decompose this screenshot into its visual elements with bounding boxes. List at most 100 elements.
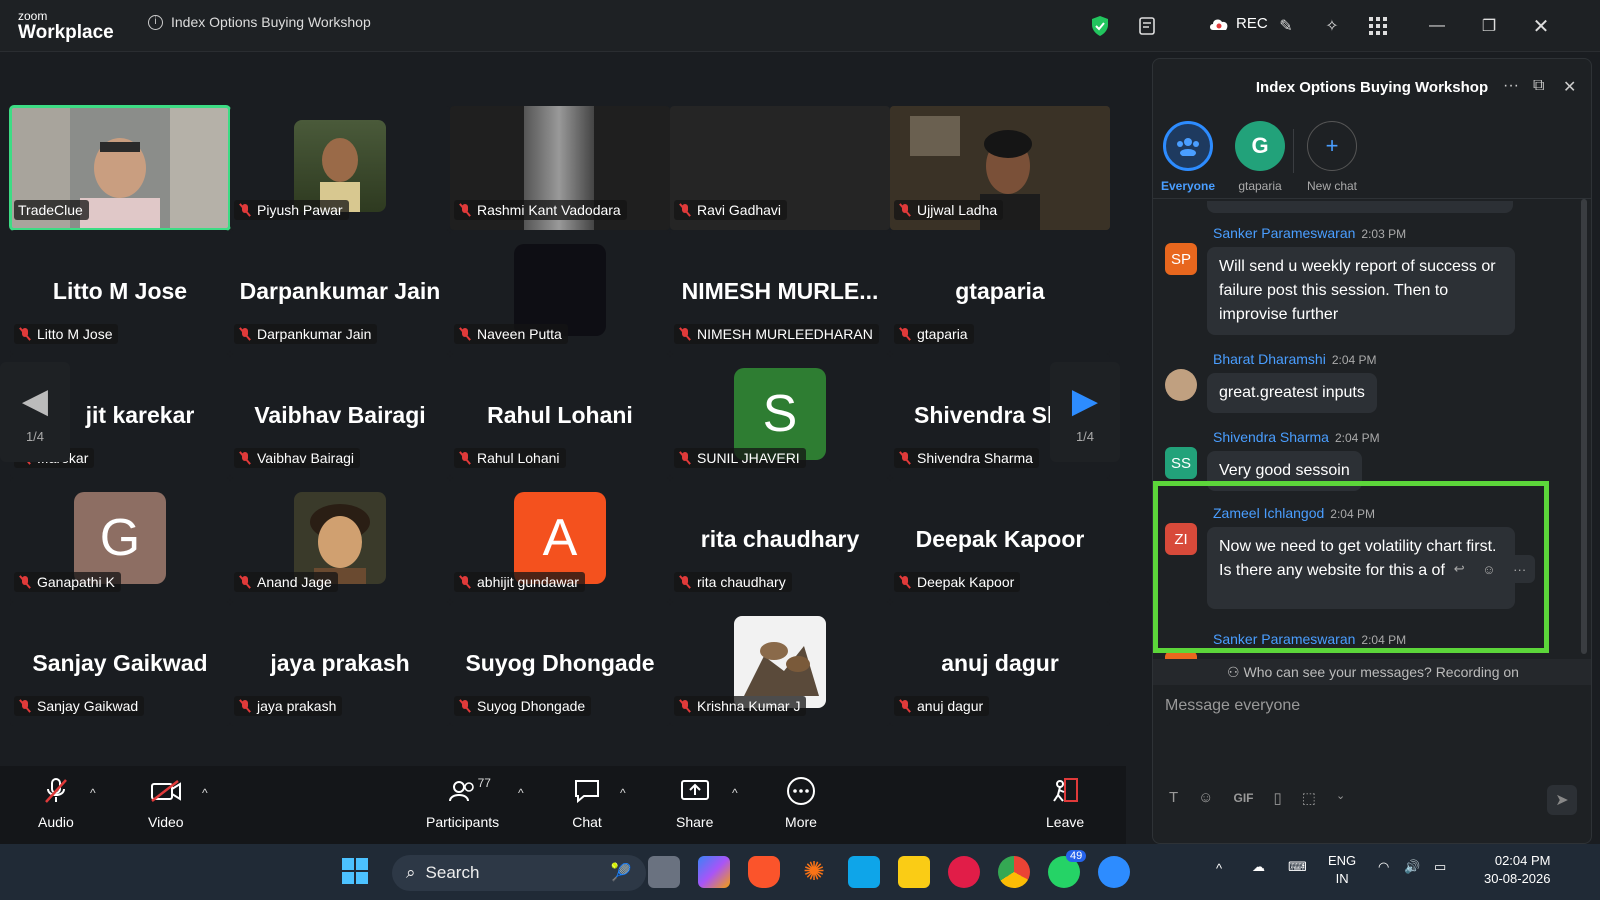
share-button[interactable]: Share — [676, 774, 713, 830]
participant-tile[interactable]: Vaibhav Bairagi Vaibhav Bairagi — [230, 354, 450, 478]
mic-muted-icon — [898, 575, 912, 589]
chat-options-caret[interactable]: ^ — [620, 786, 626, 800]
conversation-everyone[interactable]: Everyone — [1153, 121, 1223, 193]
participant-name-tag: Suyog Dhongade — [454, 696, 592, 716]
popout-icon[interactable]: ⧉ — [1533, 77, 1544, 95]
everyone-icon — [1163, 121, 1213, 171]
battery-icon[interactable]: ▭ — [1434, 858, 1446, 876]
new-chat-button[interactable]: + New chat — [1297, 121, 1367, 193]
participant-tile[interactable]: Suyog Dhongade Suyog Dhongade — [450, 602, 670, 726]
zoom-app-icon[interactable] — [1098, 856, 1130, 888]
emoji-icon[interactable]: ☺ — [1198, 789, 1213, 807]
message-input[interactable]: Message everyone — [1165, 697, 1300, 715]
task-view-icon[interactable] — [648, 856, 680, 888]
close-icon[interactable]: ✕ — [1529, 14, 1553, 38]
participant-tile[interactable]: Ujjwal Ladha — [890, 106, 1110, 230]
share-options-caret[interactable]: ^ — [732, 786, 738, 800]
desktop-icon[interactable] — [848, 856, 880, 888]
participant-tile[interactable]: Rahul Lohani Rahul Lohani — [450, 354, 670, 478]
file-explorer-icon[interactable] — [898, 856, 930, 888]
send-button[interactable]: ➤ — [1547, 785, 1577, 815]
participant-name-tag: Shivendra Sharma — [894, 448, 1039, 468]
participant-tile[interactable]: Anand Jage — [230, 478, 450, 602]
gif-button[interactable]: GIF — [1234, 791, 1254, 807]
participant-tile[interactable]: jaya prakash jaya prakash — [230, 602, 450, 726]
participant-name-tag: Deepak Kapoor — [894, 572, 1021, 592]
close-chat-icon[interactable]: ✕ — [1563, 77, 1576, 97]
leave-button[interactable]: Leave — [1046, 774, 1084, 830]
participant-name-tag: anuj dagur — [894, 696, 990, 716]
participants-button[interactable]: 77 Participants — [426, 774, 499, 830]
chrome-icon[interactable] — [998, 856, 1030, 888]
claude-icon[interactable]: ✺ — [798, 856, 830, 888]
volume-icon[interactable]: 🔊 — [1404, 858, 1420, 876]
apps-grid-icon[interactable] — [1366, 14, 1390, 38]
participant-tile[interactable]: S SUNIL JHAVERI — [670, 354, 890, 478]
audio-button[interactable]: Audio — [38, 774, 74, 830]
participant-tile[interactable]: TradeClue — [9, 105, 231, 231]
next-page-button[interactable]: ▶ 1/4 — [1050, 362, 1120, 462]
participant-tile[interactable]: anuj dagur anuj dagur — [890, 602, 1110, 726]
brave-icon[interactable] — [748, 856, 780, 888]
video-options-caret[interactable]: ^ — [202, 786, 208, 800]
participants-options-caret[interactable]: ^ — [518, 786, 524, 800]
chat-message[interactable]: SP Sanker Parameswaran 2:03 PM Will send … — [1165, 225, 1545, 335]
language-bar-icon[interactable]: ⌨ — [1288, 858, 1307, 876]
restore-icon[interactable]: ❐ — [1477, 14, 1501, 38]
onedrive-icon[interactable]: ☁ — [1252, 858, 1265, 876]
privacy-notice[interactable]: ⚇ Who can see your messages? Recording o… — [1153, 659, 1591, 685]
shield-icon[interactable] — [1088, 14, 1112, 38]
participant-tile[interactable]: Deepak Kapoor Deepak Kapoor — [890, 478, 1110, 602]
message-text: great.greatest inputs — [1207, 373, 1377, 413]
video-button[interactable]: Video — [148, 774, 184, 830]
system-clock[interactable]: 02:04 PM 30-08-2026 — [1484, 852, 1551, 888]
chat-scrollbar[interactable] — [1581, 199, 1587, 654]
participant-tile[interactable]: Piyush Pawar — [230, 106, 450, 230]
participant-tile[interactable]: A abhijit gundawar — [450, 478, 670, 602]
meeting-info[interactable]: i Index Options Buying Workshop — [148, 14, 371, 30]
wifi-icon[interactable]: ◠ — [1378, 858, 1389, 876]
copilot-icon[interactable] — [698, 856, 730, 888]
chevron-up-icon[interactable]: ^ — [1216, 860, 1222, 878]
participant-tile[interactable]: Krishna Kumar J — [670, 602, 890, 726]
participant-tile[interactable]: NIMESH MURLE... NIMESH MURLEEDHARAN — [670, 230, 890, 354]
participant-tile[interactable]: G Ganapathi K — [10, 478, 230, 602]
screenshot-icon[interactable]: ⬚ — [1302, 789, 1316, 807]
chat-icon — [570, 774, 604, 808]
participant-name-tag: NIMESH MURLEEDHARAN — [674, 324, 879, 344]
media-player-icon[interactable] — [948, 856, 980, 888]
participants-label: Participants — [426, 814, 500, 830]
participant-tile[interactable]: Ravi Gadhavi — [670, 106, 890, 230]
participant-tile[interactable]: Litto M Jose Litto M Jose — [10, 230, 230, 354]
audio-options-caret[interactable]: ^ — [90, 786, 96, 800]
participant-name-tag: TradeClue — [14, 200, 89, 220]
ai-companion-icon[interactable]: ✧ — [1320, 14, 1344, 38]
mic-muted-icon — [458, 451, 472, 465]
minimize-icon[interactable]: — — [1425, 14, 1449, 38]
windows-start-icon[interactable] — [340, 856, 372, 888]
chat-button[interactable]: Chat — [570, 774, 604, 830]
more-options-icon[interactable]: ··· — [1503, 77, 1519, 95]
participant-name-tag: Naveen Putta — [454, 324, 568, 344]
format-text-icon[interactable]: T — [1169, 789, 1178, 807]
plus-icon: + — [1307, 121, 1357, 171]
participant-tile[interactable]: Sanjay Gaikwad Sanjay Gaikwad — [10, 602, 230, 726]
participant-tile[interactable]: Darpankumar Jain Darpankumar Jain — [230, 230, 450, 354]
notes-icon[interactable] — [1135, 14, 1159, 38]
participant-tile[interactable]: Rashmi Kant Vadodara — [450, 106, 670, 230]
participant-tile[interactable]: rita chaudhary rita chaudhary — [670, 478, 890, 602]
prev-page-button[interactable]: ◀ 1/4 — [0, 362, 70, 462]
participant-tile[interactable]: Naveen Putta — [450, 230, 670, 354]
more-button[interactable]: More — [784, 774, 818, 830]
recording-indicator[interactable]: REC — [1208, 15, 1268, 32]
conversation-gtaparia[interactable]: G gtaparia — [1225, 121, 1295, 193]
whatsapp-icon[interactable]: 49 — [1048, 850, 1087, 888]
chevron-down-icon[interactable]: ⌄ — [1336, 789, 1345, 807]
info-icon[interactable]: i — [148, 14, 163, 30]
chat-message[interactable]: Bharat Dharamshi 2:04 PM great.greatest i… — [1165, 351, 1545, 415]
annotate-icon[interactable]: ✎ — [1274, 14, 1298, 38]
participant-tile[interactable]: gtaparia gtaparia — [890, 230, 1110, 354]
taskbar-search[interactable]: ⌕ Search 🎾 — [392, 855, 646, 891]
file-icon[interactable]: ▯ — [1274, 789, 1282, 807]
language-indicator[interactable]: ENG IN — [1328, 852, 1356, 888]
